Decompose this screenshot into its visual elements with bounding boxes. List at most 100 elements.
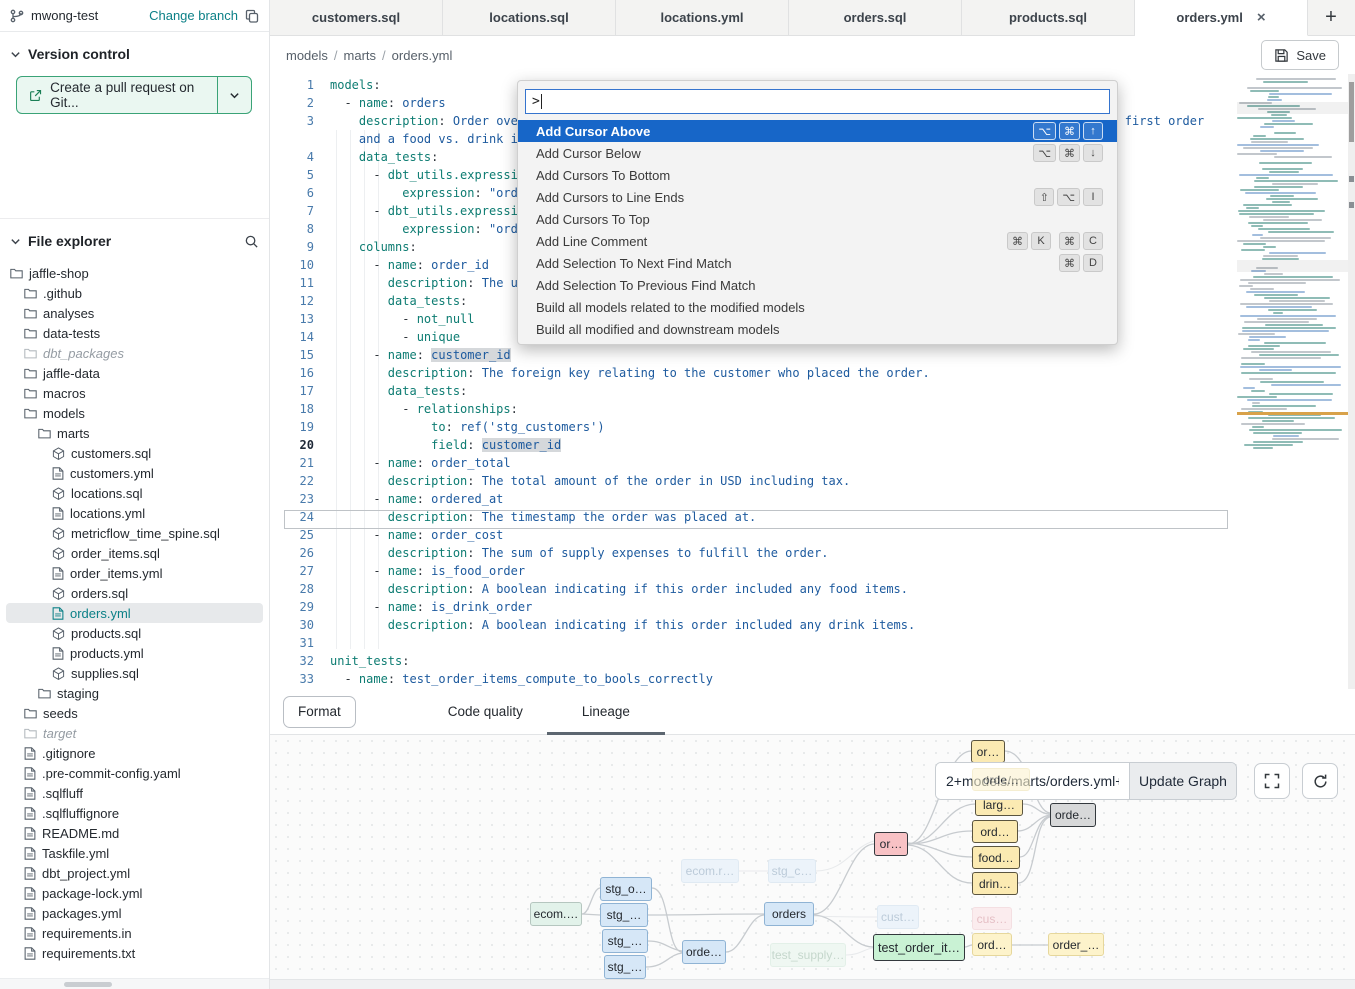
save-button[interactable]: Save [1261, 40, 1339, 70]
lineage-node-order-[interactable]: order_… [1048, 933, 1104, 956]
palette-item-add-cursor-above[interactable]: Add Cursor Above⌥⌘↑ [518, 120, 1117, 142]
code-line[interactable]: to: ref('stg_customers') [330, 418, 1204, 436]
tree-item--sqlfluff[interactable]: .sqlfluff [6, 783, 263, 803]
code-line[interactable]: field: customer_id [330, 436, 1204, 454]
lineage-node-stg-c-[interactable]: stg_c… [768, 859, 816, 883]
version-control-header[interactable]: Version control [0, 32, 269, 72]
palette-item-add-line-comment[interactable]: Add Line Comment⌘K⌘C [518, 230, 1117, 252]
editor-tab-locations-sql[interactable]: locations.sql [443, 0, 616, 35]
tree-item-customers-sql[interactable]: customers.sql [6, 443, 263, 463]
editor-tab-customers-sql[interactable]: customers.sql [270, 0, 443, 35]
tree-item-locations-sql[interactable]: locations.sql [6, 483, 263, 503]
lineage-node-stg-[interactable]: stg_… [600, 903, 648, 927]
tree-item-supplies-sql[interactable]: supplies.sql [6, 663, 263, 683]
lineage-node-orde-[interactable]: orde… [972, 768, 1030, 791]
tree-item-requirements-in[interactable]: requirements.in [6, 923, 263, 943]
lineage-node-or-[interactable]: or… [874, 832, 908, 856]
code-line[interactable]: - name: ordered_at [330, 490, 1204, 508]
code-line[interactable]: description: The timestamp the order was… [330, 508, 1204, 526]
tree-item-taskfile-yml[interactable]: Taskfile.yml [6, 843, 263, 863]
lineage-node-test-order-it-[interactable]: test_order_it… [873, 934, 965, 961]
tree-item-jaffle-data[interactable]: jaffle-data [6, 363, 263, 383]
fullscreen-button[interactable] [1254, 763, 1290, 799]
tree-item-metricflow-time-spine-sql[interactable]: metricflow_time_spine.sql [6, 523, 263, 543]
tree-item-order-items-yml[interactable]: order_items.yml [6, 563, 263, 583]
lineage-node-cust-[interactable]: cust… [877, 905, 919, 929]
close-tab-icon[interactable]: × [1257, 9, 1266, 26]
palette-item-build-all-modified-and-downstream-models[interactable]: Build all modified and downstream models [518, 318, 1117, 340]
lineage-node-orde-[interactable]: orde… [682, 940, 726, 964]
code-line[interactable]: - name: is_drink_order [330, 598, 1204, 616]
lineage-node-stg-[interactable]: stg_… [604, 955, 646, 979]
palette-item-add-cursors-to-bottom[interactable]: Add Cursors To Bottom [518, 164, 1117, 186]
editor-tab-orders-yml[interactable]: orders.yml× [1135, 0, 1308, 36]
code-line[interactable]: description: The sum of supply expenses … [330, 544, 1204, 562]
editor-vertical-scrollbar[interactable] [1348, 74, 1355, 689]
tree-item-dbt-project-yml[interactable]: dbt_project.yml [6, 863, 263, 883]
editor-tab-orders-sql[interactable]: orders.sql [789, 0, 962, 35]
breadcrumb-marts[interactable]: marts [344, 48, 377, 63]
code-line[interactable]: description: A boolean indicating if thi… [330, 616, 1204, 634]
lineage-node-ecom-r-[interactable]: ecom.r… [681, 859, 739, 883]
lineage-node-food-[interactable]: food… [972, 846, 1020, 869]
lineage-node-ord-[interactable]: ord… [972, 933, 1012, 956]
code-line[interactable]: description: The total amount of the ord… [330, 472, 1204, 490]
file-explorer-header[interactable]: File explorer [0, 219, 269, 259]
minimap[interactable] [1237, 78, 1349, 528]
update-graph-button[interactable]: Update Graph [1129, 763, 1236, 799]
tree-item-dbt-packages[interactable]: dbt_packages [6, 343, 263, 363]
tree-item--gitignore[interactable]: .gitignore [6, 743, 263, 763]
tree-item-models[interactable]: models [6, 403, 263, 423]
code-line[interactable]: description: A boolean indicating if thi… [330, 580, 1204, 598]
lineage-node-ecom-[interactable]: ecom.… [530, 902, 582, 926]
tree-item-target[interactable]: target [6, 723, 263, 743]
tree-item-products-yml[interactable]: products.yml [6, 643, 263, 663]
code-line[interactable]: - relationships: [330, 400, 1204, 418]
code-line[interactable]: description: The foreign key relating to… [330, 364, 1204, 382]
tree-item-orders-yml[interactable]: orders.yml [6, 603, 263, 623]
pr-dropdown-toggle[interactable] [217, 77, 251, 113]
palette-item-add-cursor-below[interactable]: Add Cursor Below⌥⌘↓ [518, 142, 1117, 164]
tree-item-packages-yml[interactable]: packages.yml [6, 903, 263, 923]
tree-item-requirements-txt[interactable]: requirements.txt [6, 943, 263, 963]
command-palette-input[interactable]: > [525, 89, 1110, 114]
lineage-canvas[interactable]: ecom.…stg_o…stg_…stg_…stg_…orde…ordersec… [270, 735, 1355, 989]
lineage-node-ord-[interactable]: ord… [972, 820, 1018, 843]
lineage-node-or-[interactable]: or… [971, 740, 1005, 763]
tree-item-readme-md[interactable]: README.md [6, 823, 263, 843]
lineage-node-stg-[interactable]: stg_… [602, 929, 648, 953]
tree-item-jaffle-shop[interactable]: jaffle-shop [6, 263, 263, 283]
code-line[interactable]: unit_tests: [330, 652, 1204, 670]
editor-tab-products-sql[interactable]: products.sql [962, 0, 1135, 35]
change-branch-link[interactable]: Change branch [149, 8, 238, 23]
new-tab-button[interactable]: + [1308, 0, 1354, 35]
tree-item-staging[interactable]: staging [6, 683, 263, 703]
scrollbar-handle[interactable] [1349, 82, 1354, 142]
palette-item-build-all-models-related-to-the-modified-models[interactable]: Build all models related to the modified… [518, 296, 1117, 318]
refresh-button[interactable] [1302, 763, 1338, 799]
editor-tab-locations-yml[interactable]: locations.yml [616, 0, 789, 35]
tab-lineage[interactable]: Lineage [570, 689, 642, 735]
copy-branch-icon[interactable] [245, 9, 259, 23]
tree-item-order-items-sql[interactable]: order_items.sql [6, 543, 263, 563]
palette-item-add-selection-to-previous-find-match[interactable]: Add Selection To Previous Find Match [518, 274, 1117, 296]
tree-item--github[interactable]: .github [6, 283, 263, 303]
tree-item--sqlfluffignore[interactable]: .sqlfluffignore [6, 803, 263, 823]
breadcrumb-models[interactable]: models [286, 48, 328, 63]
lineage-filter-input[interactable] [936, 763, 1129, 799]
lineage-node-orders[interactable]: orders [764, 902, 814, 926]
tree-item-products-sql[interactable]: products.sql [6, 623, 263, 643]
lineage-node-cus-[interactable]: cus… [972, 907, 1012, 930]
code-line[interactable]: - name: is_food_order [330, 562, 1204, 580]
lineage-node-test-supply-[interactable]: test_supply… [770, 943, 846, 967]
code-line[interactable]: - name: order_total [330, 454, 1204, 472]
tree-item-seeds[interactable]: seeds [6, 703, 263, 723]
lineage-node-drin-[interactable]: drin… [972, 872, 1018, 895]
tree-item-marts[interactable]: marts [6, 423, 263, 443]
tree-item-customers-yml[interactable]: customers.yml [6, 463, 263, 483]
palette-item-add-cursors-to-line-ends[interactable]: Add Cursors to Line Ends⇧⌥I [518, 186, 1117, 208]
tree-item-macros[interactable]: macros [6, 383, 263, 403]
code-line[interactable]: - name: test_order_items_compute_to_bool… [330, 670, 1204, 688]
code-line[interactable]: - name: order_cost [330, 526, 1204, 544]
lineage-node-stg-o-[interactable]: stg_o… [600, 877, 652, 901]
